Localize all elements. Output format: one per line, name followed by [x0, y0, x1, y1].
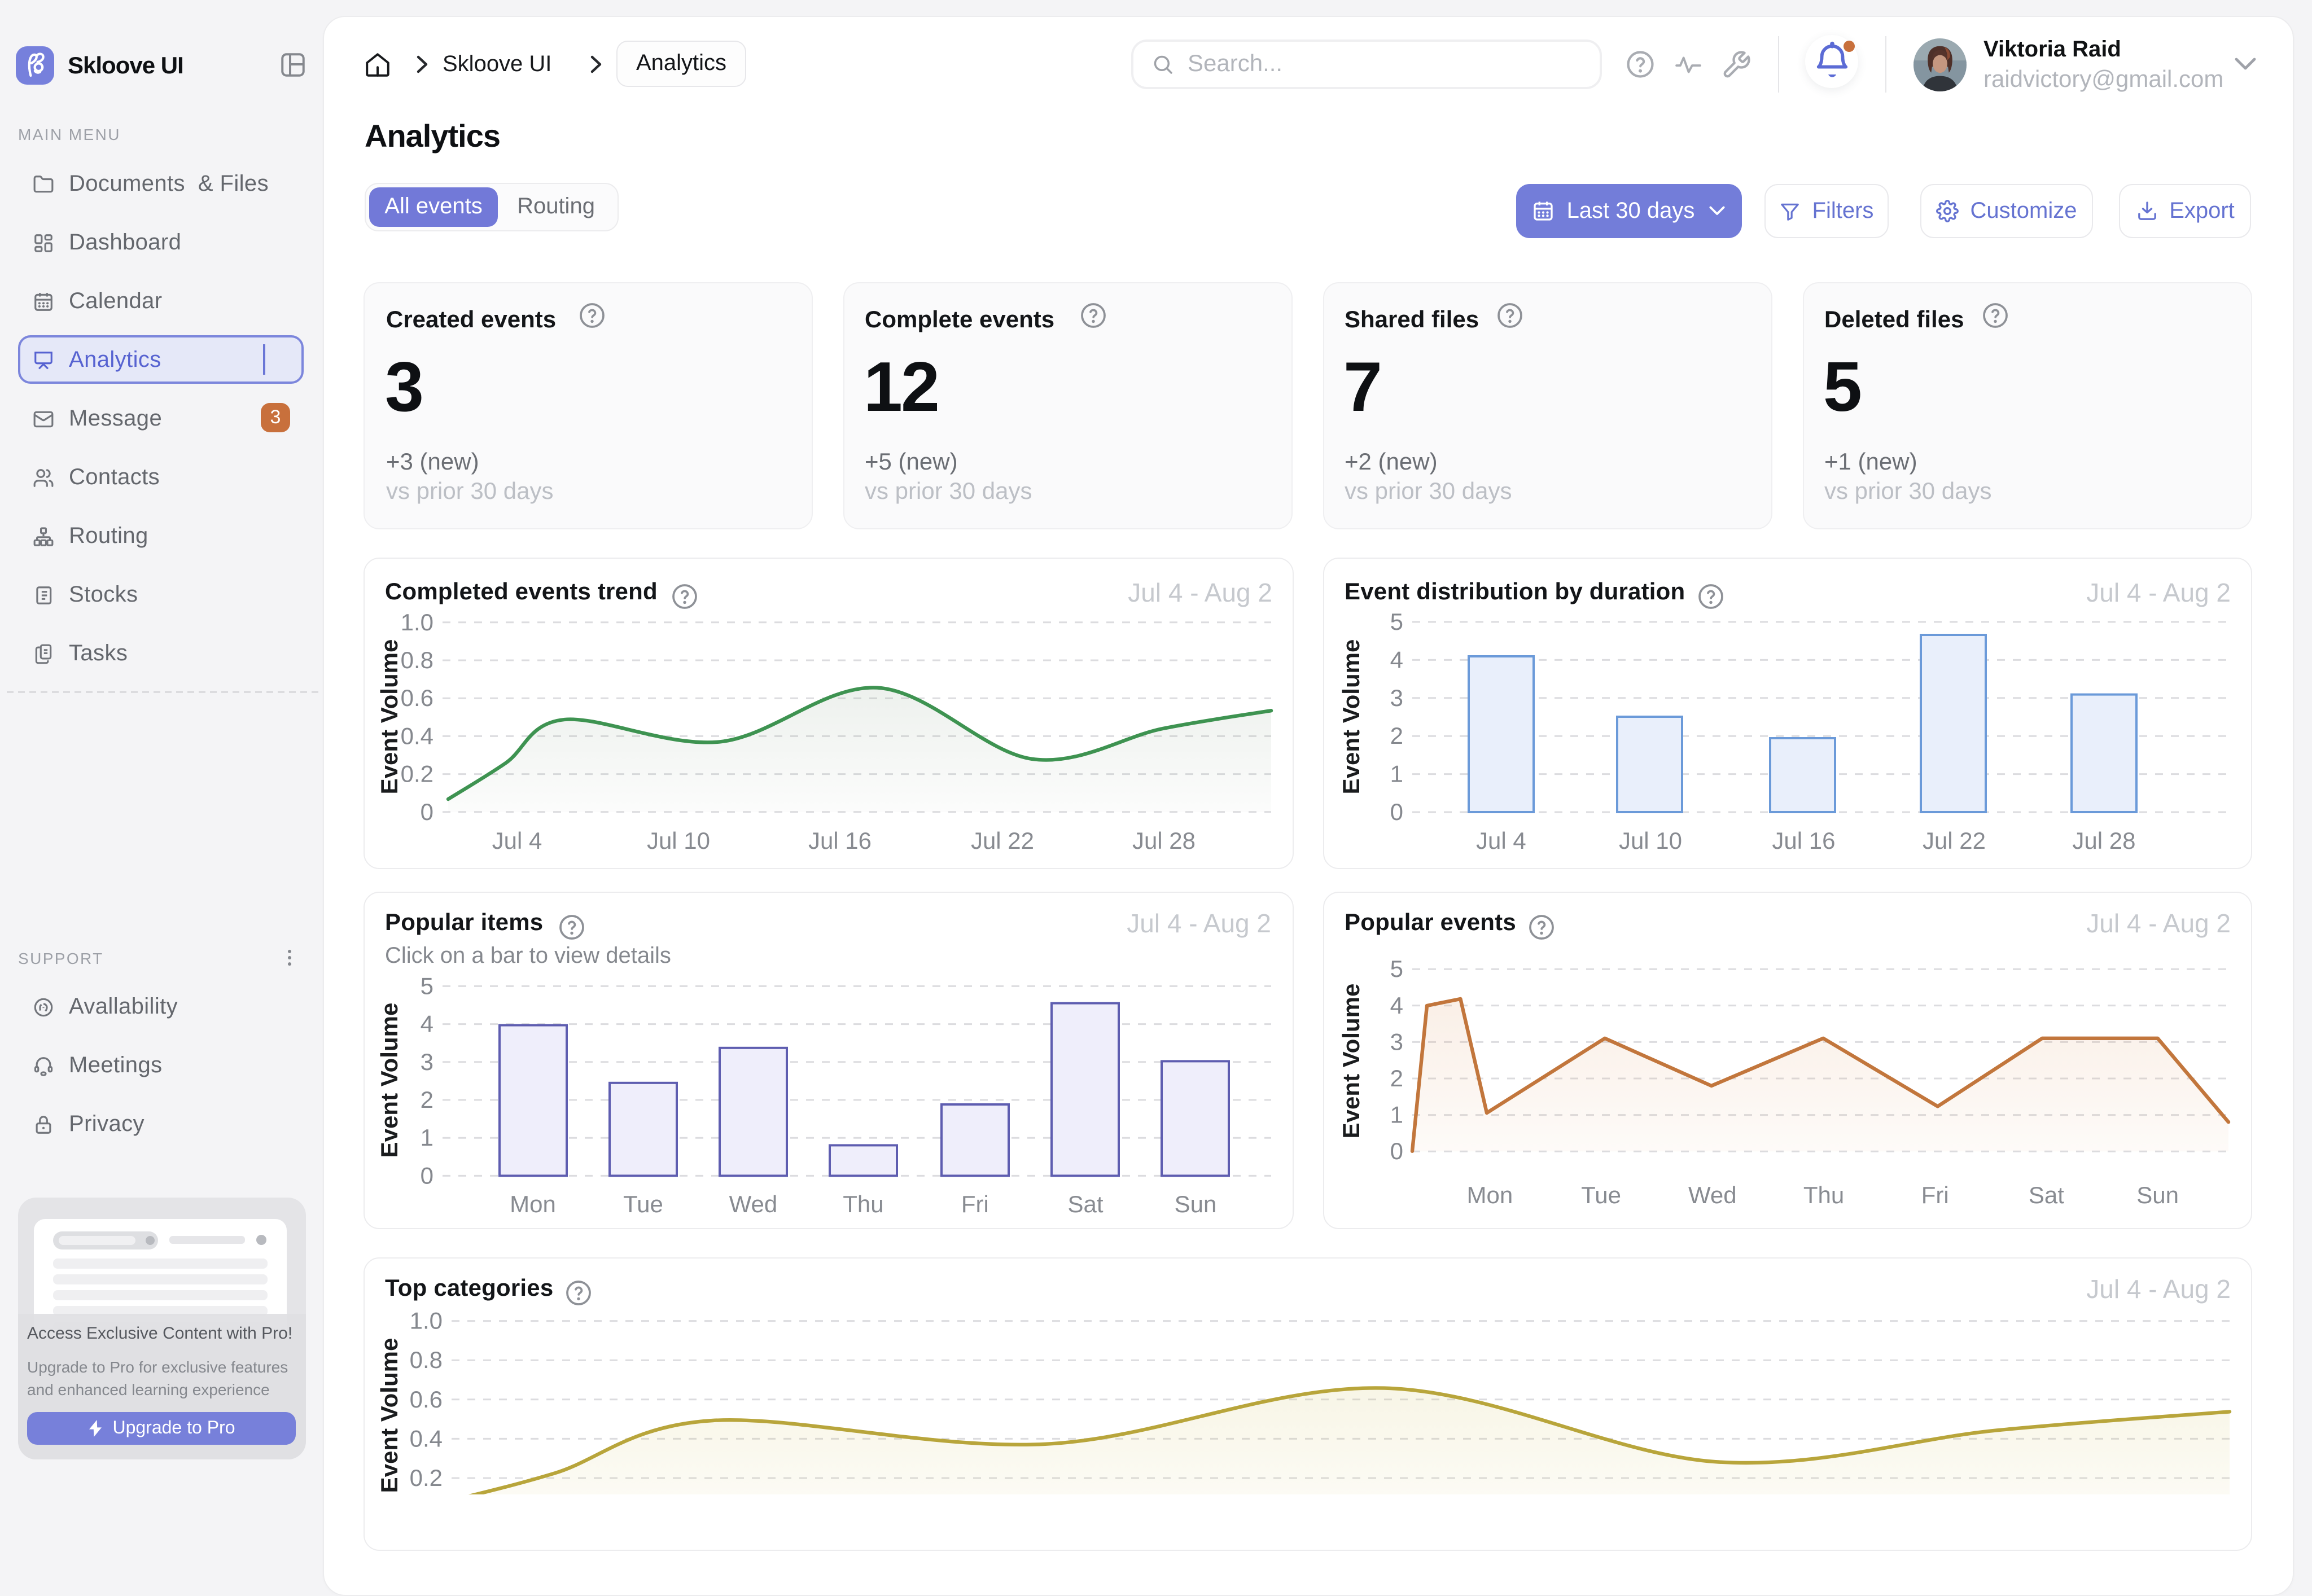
- svg-text:0: 0: [421, 1162, 434, 1189]
- svg-text:Jul 16: Jul 16: [808, 827, 872, 854]
- svg-text:0.6: 0.6: [401, 685, 434, 711]
- svg-text:5: 5: [1390, 955, 1403, 982]
- svg-text:Jul 10: Jul 10: [647, 827, 710, 854]
- svg-text:4: 4: [1390, 992, 1403, 1019]
- svg-text:0.2: 0.2: [410, 1465, 443, 1491]
- svg-text:Wed: Wed: [1688, 1182, 1737, 1208]
- svg-text:Jul 22: Jul 22: [971, 827, 1034, 854]
- svg-text:Jul 22: Jul 22: [1923, 827, 1986, 854]
- svg-text:Event Volume: Event Volume: [376, 1003, 402, 1158]
- svg-text:1.0: 1.0: [410, 1308, 443, 1334]
- svg-text:Event Volume: Event Volume: [1338, 984, 1364, 1139]
- svg-text:1: 1: [1390, 761, 1403, 787]
- svg-text:Sun: Sun: [1175, 1191, 1217, 1217]
- svg-text:1: 1: [1390, 1102, 1403, 1128]
- svg-text:0.6: 0.6: [410, 1386, 443, 1413]
- svg-text:4: 4: [1390, 646, 1403, 673]
- svg-text:Event Volume: Event Volume: [1338, 639, 1364, 795]
- svg-text:0.8: 0.8: [410, 1347, 443, 1373]
- svg-text:Thu: Thu: [843, 1191, 883, 1217]
- svg-text:Thu: Thu: [1803, 1182, 1844, 1208]
- svg-text:0.2: 0.2: [401, 761, 434, 787]
- svg-text:Jul 16: Jul 16: [1772, 827, 1835, 854]
- svg-text:Tue: Tue: [623, 1191, 663, 1217]
- svg-text:Fri: Fri: [961, 1191, 989, 1217]
- svg-text:Jul 4: Jul 4: [1476, 827, 1526, 854]
- svg-text:4: 4: [421, 1011, 434, 1037]
- svg-text:Sat: Sat: [2029, 1182, 2064, 1208]
- svg-text:3: 3: [1390, 1028, 1403, 1055]
- svg-text:Jul 10: Jul 10: [1619, 827, 1682, 854]
- svg-text:Mon: Mon: [510, 1191, 556, 1217]
- svg-text:1: 1: [421, 1124, 434, 1151]
- svg-text:5: 5: [1390, 608, 1403, 635]
- svg-text:Tue: Tue: [1581, 1182, 1621, 1208]
- svg-text:0: 0: [1390, 799, 1403, 825]
- svg-text:Sat: Sat: [1067, 1191, 1103, 1217]
- svg-text:Jul 28: Jul 28: [2072, 827, 2135, 854]
- svg-text:0.4: 0.4: [410, 1425, 443, 1452]
- svg-text:0.8: 0.8: [401, 647, 434, 673]
- svg-text:0: 0: [1390, 1138, 1403, 1164]
- svg-text:Event Volume: Event Volume: [376, 639, 402, 795]
- svg-text:2: 2: [421, 1086, 434, 1113]
- svg-text:3: 3: [421, 1049, 434, 1075]
- svg-text:Fri: Fri: [1921, 1182, 1949, 1208]
- svg-text:Mon: Mon: [1467, 1182, 1513, 1208]
- svg-text:Sun: Sun: [2136, 1182, 2179, 1208]
- svg-text:2: 2: [1390, 722, 1403, 749]
- svg-text:Event Volume: Event Volume: [376, 1338, 402, 1493]
- svg-text:Wed: Wed: [729, 1191, 778, 1217]
- svg-text:0.4: 0.4: [401, 722, 434, 749]
- svg-text:Jul 28: Jul 28: [1132, 827, 1196, 854]
- svg-text:5: 5: [421, 972, 434, 999]
- svg-text:0: 0: [421, 799, 434, 825]
- svg-text:1.0: 1.0: [401, 609, 434, 635]
- svg-text:3: 3: [1390, 685, 1403, 711]
- svg-text:2: 2: [1390, 1065, 1403, 1091]
- svg-text:Jul 4: Jul 4: [492, 827, 542, 854]
